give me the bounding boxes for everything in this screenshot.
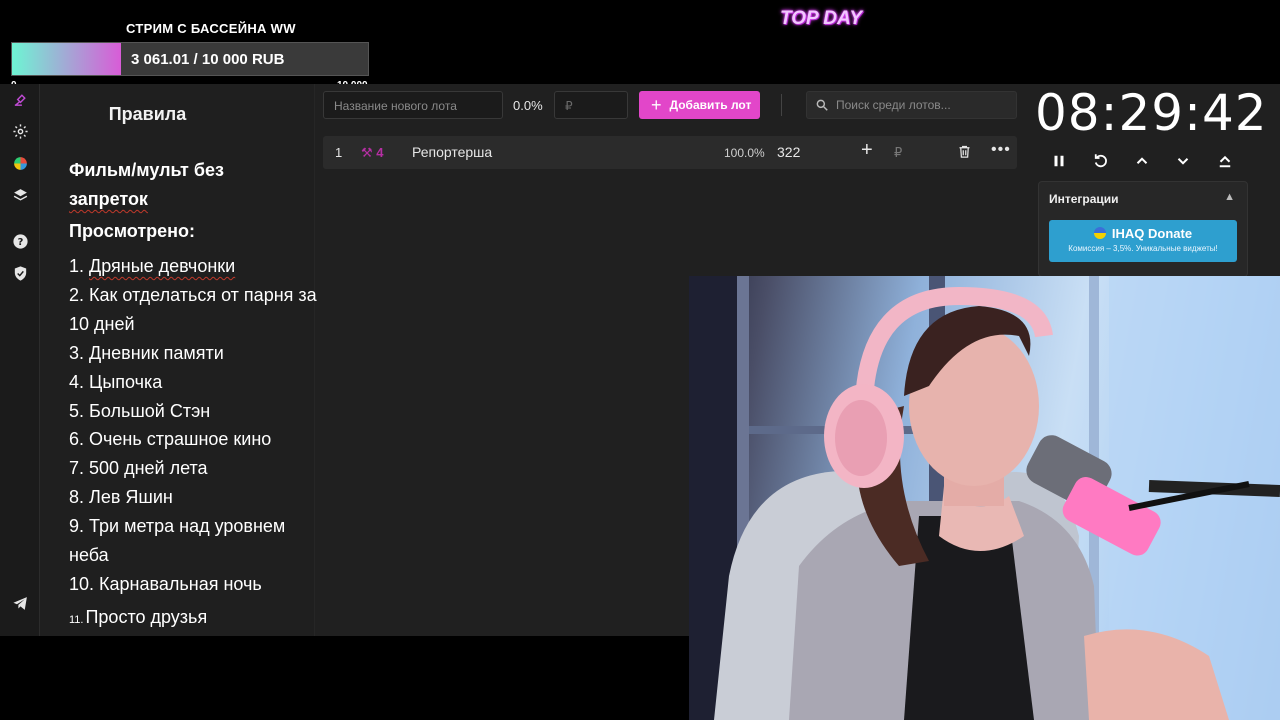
rules-heading-line2: запреток [69,189,148,209]
telegram-icon[interactable] [8,591,32,615]
lot-percent: 100.0% [724,146,765,160]
toolbar-divider [781,94,782,116]
lot-search-input[interactable]: Поиск среди лотов... [806,91,1017,119]
eject-icon[interactable] [1210,148,1240,174]
goal-title: СТРИМ С БАССЕЙНА WW [126,21,296,36]
list-item: 10. Карнавальная ночь [69,573,262,594]
shield-check-icon[interactable] [8,261,32,285]
timer-controls [1044,148,1244,174]
list-item: 1. Дряные девчонки [69,256,236,276]
donate-subtitle: Комиссия – 3,5%. Уникальные виджеты! [1068,244,1218,253]
webcam-feed [689,276,1280,720]
new-lot-name-input[interactable]: Название нового лота [323,91,503,119]
integrations-title: Интеграции [1049,192,1119,206]
watched-label: Просмотрено: [69,221,196,241]
flag-icon [1093,227,1106,239]
lot-name[interactable]: Репортерша [412,144,492,160]
list-item: 4. Цыпочка [69,371,163,392]
donate-title: IHAQ Donate [1049,226,1237,241]
webcam-image [689,276,1280,720]
goal-progress-text: 3 061.01 / 10 000 RUB [131,51,285,68]
rules-heading-line1: Фильм/мульт без [69,160,224,180]
lot-currency: ₽ [894,145,903,160]
pie-chart-icon[interactable] [8,151,32,175]
new-lot-percent: 0.0% [513,98,543,113]
pause-icon[interactable] [1044,148,1074,174]
goal-progress-fill [12,43,121,75]
list-item: 3. Дневник памяти [69,342,224,363]
help-icon[interactable]: ? [8,229,32,253]
search-placeholder: Поиск среди лотов... [836,98,951,112]
chevron-up-icon[interactable]: ▲ [1224,191,1235,203]
goal-progress-bar: 3 061.01 / 10 000 RUB [11,42,369,76]
chevron-down-icon[interactable] [1168,148,1198,174]
reset-icon[interactable] [1086,148,1116,174]
list-item: 2. Как отделаться от парня за 10 дней [69,284,317,334]
add-lot-button[interactable]: + Добавить лот [639,91,760,119]
svg-text:?: ? [17,237,23,248]
lot-badge: ⚒ 4 [361,145,384,160]
list-item: 5. Большой Стэн [69,400,211,421]
new-lot-amount-input[interactable]: ₽ [554,91,628,119]
lot-row: 1 ⚒ 4 Репортерша 100.0% 322 + ₽ ••• [323,136,1017,169]
more-icon[interactable]: ••• [991,141,1011,159]
add-lot-label: Добавить лот [669,98,752,112]
trash-icon[interactable] [957,144,972,162]
lot-number: 1 [335,145,343,160]
brand-tag: TOP DAY [780,8,862,29]
list-item: 7. 500 дней лета [69,458,208,479]
lot-amount: 322 [777,144,801,160]
rules-panel: Правила Фильм/мульт без запреток Просмот… [40,84,317,636]
chevron-up-icon[interactable] [1127,148,1157,174]
list-item: 9. Три метра над уровнем неба [69,516,286,566]
list-item: 11. Просто друзья [69,606,208,627]
stream-screen: СТРИМ С БАССЕЙНА WW 3 061.01 / 10 000 RU… [0,0,1280,720]
search-icon [816,99,828,111]
add-amount-button[interactable]: + [861,139,873,162]
plus-icon: + [651,95,662,115]
list-item: 6. Очень страшное кино [69,429,272,450]
ihaq-donate-button[interactable]: IHAQ Donate Комиссия – 3,5%. Уникальные … [1049,220,1237,262]
layers-icon[interactable] [8,183,32,207]
integrations-panel: Интеграции ▲ IHAQ Donate Комиссия – 3,5%… [1038,181,1248,277]
rules-title: Правила [108,104,187,124]
list-item: 8. Лев Яшин [69,487,173,508]
sidebar: ? [0,84,40,636]
rules-heading: Фильм/мульт без запреток [69,156,289,214]
auction-timer: 08:29:42 [1035,84,1268,142]
watched-list: 1. Дряные девчонки 2. Как отделаться от … [69,252,319,635]
